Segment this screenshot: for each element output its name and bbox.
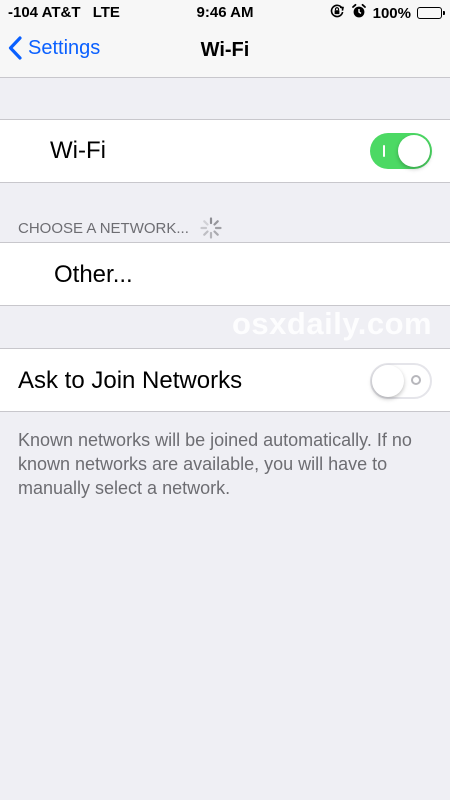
ask-to-join-row: Ask to Join Networks — [0, 348, 450, 412]
ask-to-join-label: Ask to Join Networks — [18, 367, 243, 394]
wifi-label: Wi-Fi — [50, 137, 106, 164]
toggle-off-mark — [411, 375, 421, 385]
other-network-row[interactable]: Other... — [0, 242, 450, 306]
status-indicators: 100% — [329, 3, 445, 23]
other-network-label: Other... — [54, 261, 133, 288]
toggle-knob — [372, 365, 404, 397]
back-button-label: Settings — [28, 36, 101, 59]
watermark: osxdaily.com — [232, 306, 433, 341]
toggle-knob — [398, 135, 430, 167]
chevron-left-icon — [8, 36, 22, 60]
battery-tip — [443, 11, 445, 15]
navigation-bar: Settings Wi-Fi — [0, 26, 450, 78]
toggle-on-mark — [383, 145, 385, 157]
wifi-toggle[interactable] — [370, 133, 432, 169]
ask-to-join-toggle[interactable] — [370, 363, 432, 399]
alarm-clock-icon — [351, 3, 367, 23]
status-bar: -104 AT&T LTE 9:46 AM 100% — [0, 0, 450, 26]
battery-icon — [417, 7, 445, 19]
choose-network-header: CHOOSE A NETWORK... — [18, 216, 223, 240]
ask-to-join-description: Known networks will be joined automatica… — [18, 430, 412, 498]
wifi-row: Wi-Fi — [0, 119, 450, 183]
loading-spinner-icon — [200, 217, 222, 239]
wifi-settings-screen: -104 AT&T LTE 9:46 AM 100% Settings Wi-F… — [0, 0, 450, 800]
back-button[interactable]: Settings — [8, 36, 100, 60]
section-header-label: CHOOSE A NETWORK... — [18, 219, 189, 237]
battery-percent: 100% — [372, 4, 411, 22]
rotation-lock-icon — [329, 3, 345, 23]
